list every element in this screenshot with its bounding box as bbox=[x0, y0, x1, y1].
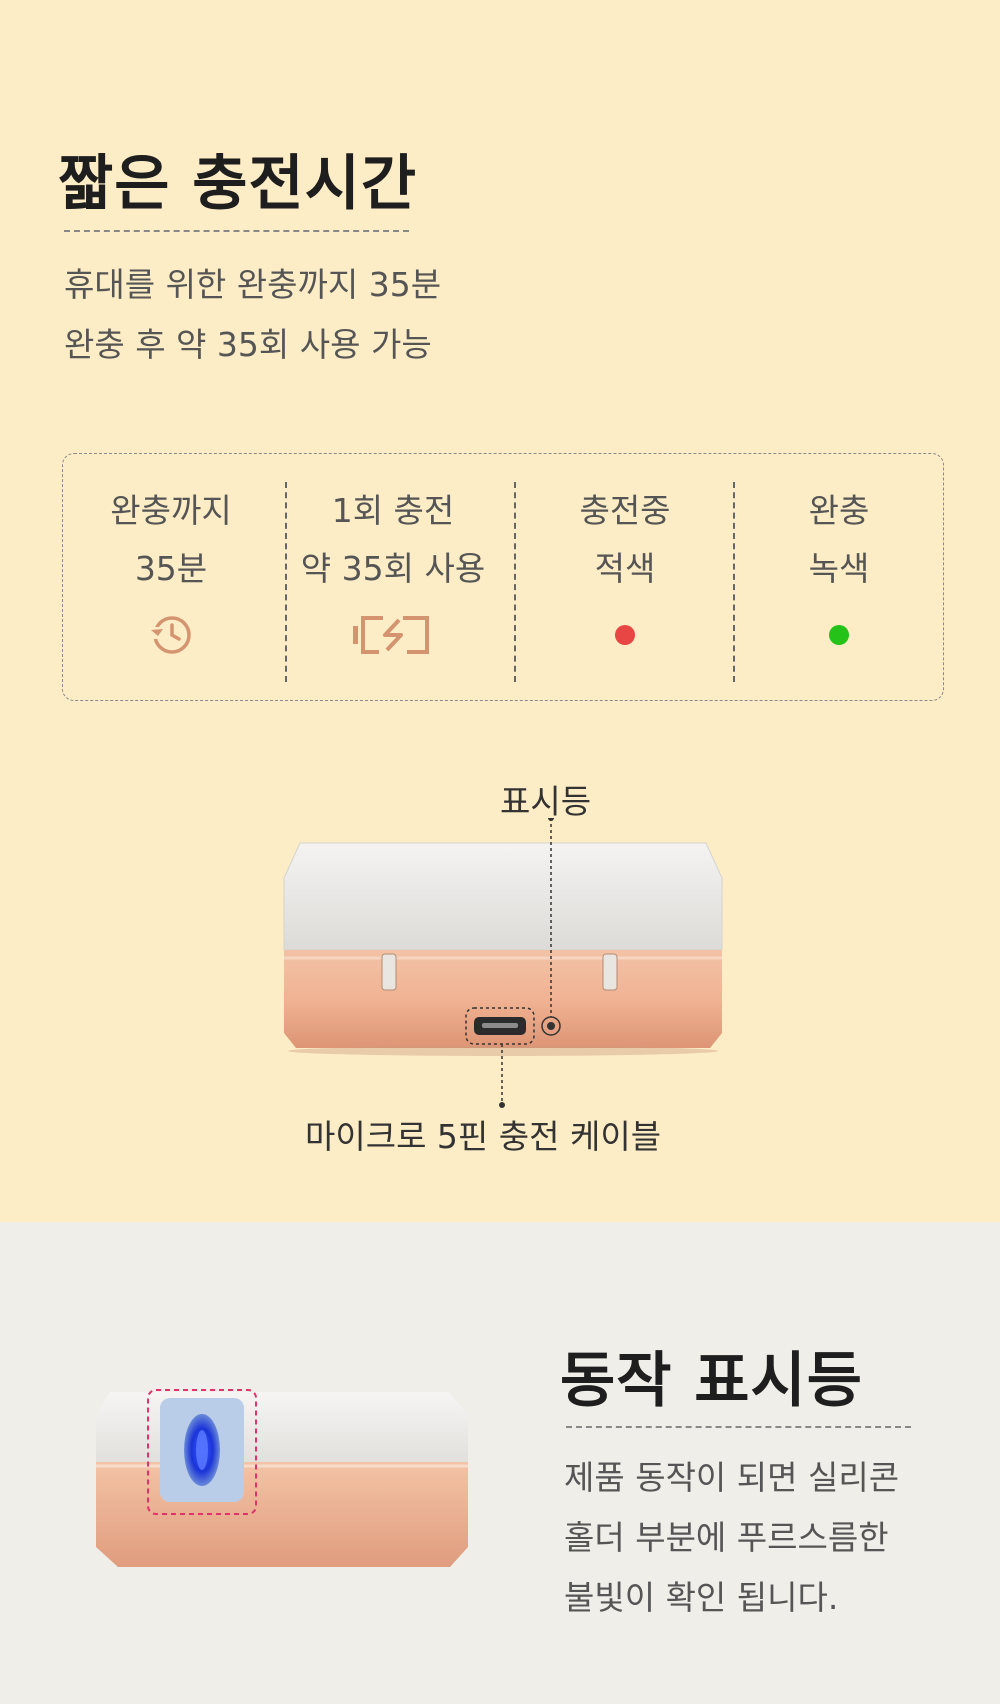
info-column-full-charge: 완충까지 35분 bbox=[61, 482, 281, 670]
section-title-indicator: 동작 표시등 bbox=[560, 1346, 863, 1416]
description-line: 완충 후 약 35회 사용 가능 bbox=[64, 325, 432, 364]
charging-section: 짧은 충전시간 휴대를 위한 완충까지 35분 완충 후 약 35회 사용 가능… bbox=[0, 0, 1000, 1222]
indicator-label: 표시등 bbox=[500, 782, 592, 821]
info-line1: 충전중 bbox=[579, 491, 671, 530]
indicator-description: 제품 동작이 되면 실리콘 홀더 부분에 푸르스름한 불빛이 확인 됩니다. bbox=[564, 1448, 899, 1628]
device-front-image bbox=[283, 818, 723, 1108]
description-line: 휴대를 위한 완충까지 35분 bbox=[64, 265, 442, 304]
indicator-section: 동작 표시등 제품 동작이 되면 실리콘 홀더 부분에 푸르스름한 불빛이 확인… bbox=[0, 1222, 1000, 1704]
port-label: 마이크로 5핀 충전 케이블 bbox=[305, 1117, 662, 1156]
info-line1: 완충까지 bbox=[110, 491, 232, 530]
charging-description: 휴대를 위한 완충까지 35분 완충 후 약 35회 사용 가능 bbox=[64, 255, 441, 375]
title-divider bbox=[64, 230, 409, 232]
clock-history-icon bbox=[150, 616, 191, 654]
info-line2: 녹색 bbox=[808, 549, 870, 588]
battery-charge-icon bbox=[353, 616, 429, 654]
info-column-charging: 충전중 적색 bbox=[515, 482, 735, 670]
info-line2: 약 35회 사용 bbox=[300, 549, 486, 588]
device-side-image bbox=[96, 1389, 468, 1567]
section-title-charging-time: 짧은 충전시간 bbox=[58, 149, 418, 219]
charging-info-box: 완충까지 35분 1회 충전 약 35회 사용 충전중 적색 완충 녹색 bbox=[62, 453, 944, 701]
green-dot-icon bbox=[829, 625, 849, 645]
info-line1: 완충 bbox=[808, 491, 870, 530]
info-line1: 1회 충전 bbox=[331, 491, 455, 530]
info-line2: 35분 bbox=[134, 549, 208, 588]
info-column-one-charge: 1회 충전 약 35회 사용 bbox=[283, 482, 503, 670]
description-line: 홀더 부분에 푸르스름한 bbox=[564, 1518, 889, 1557]
red-dot-icon bbox=[615, 625, 635, 645]
info-line2: 적색 bbox=[594, 549, 656, 588]
description-line: 불빛이 확인 됩니다. bbox=[564, 1578, 839, 1617]
description-line: 제품 동작이 되면 실리콘 bbox=[564, 1458, 900, 1497]
info-column-full: 완충 녹색 bbox=[729, 482, 949, 670]
title-divider bbox=[566, 1426, 911, 1428]
